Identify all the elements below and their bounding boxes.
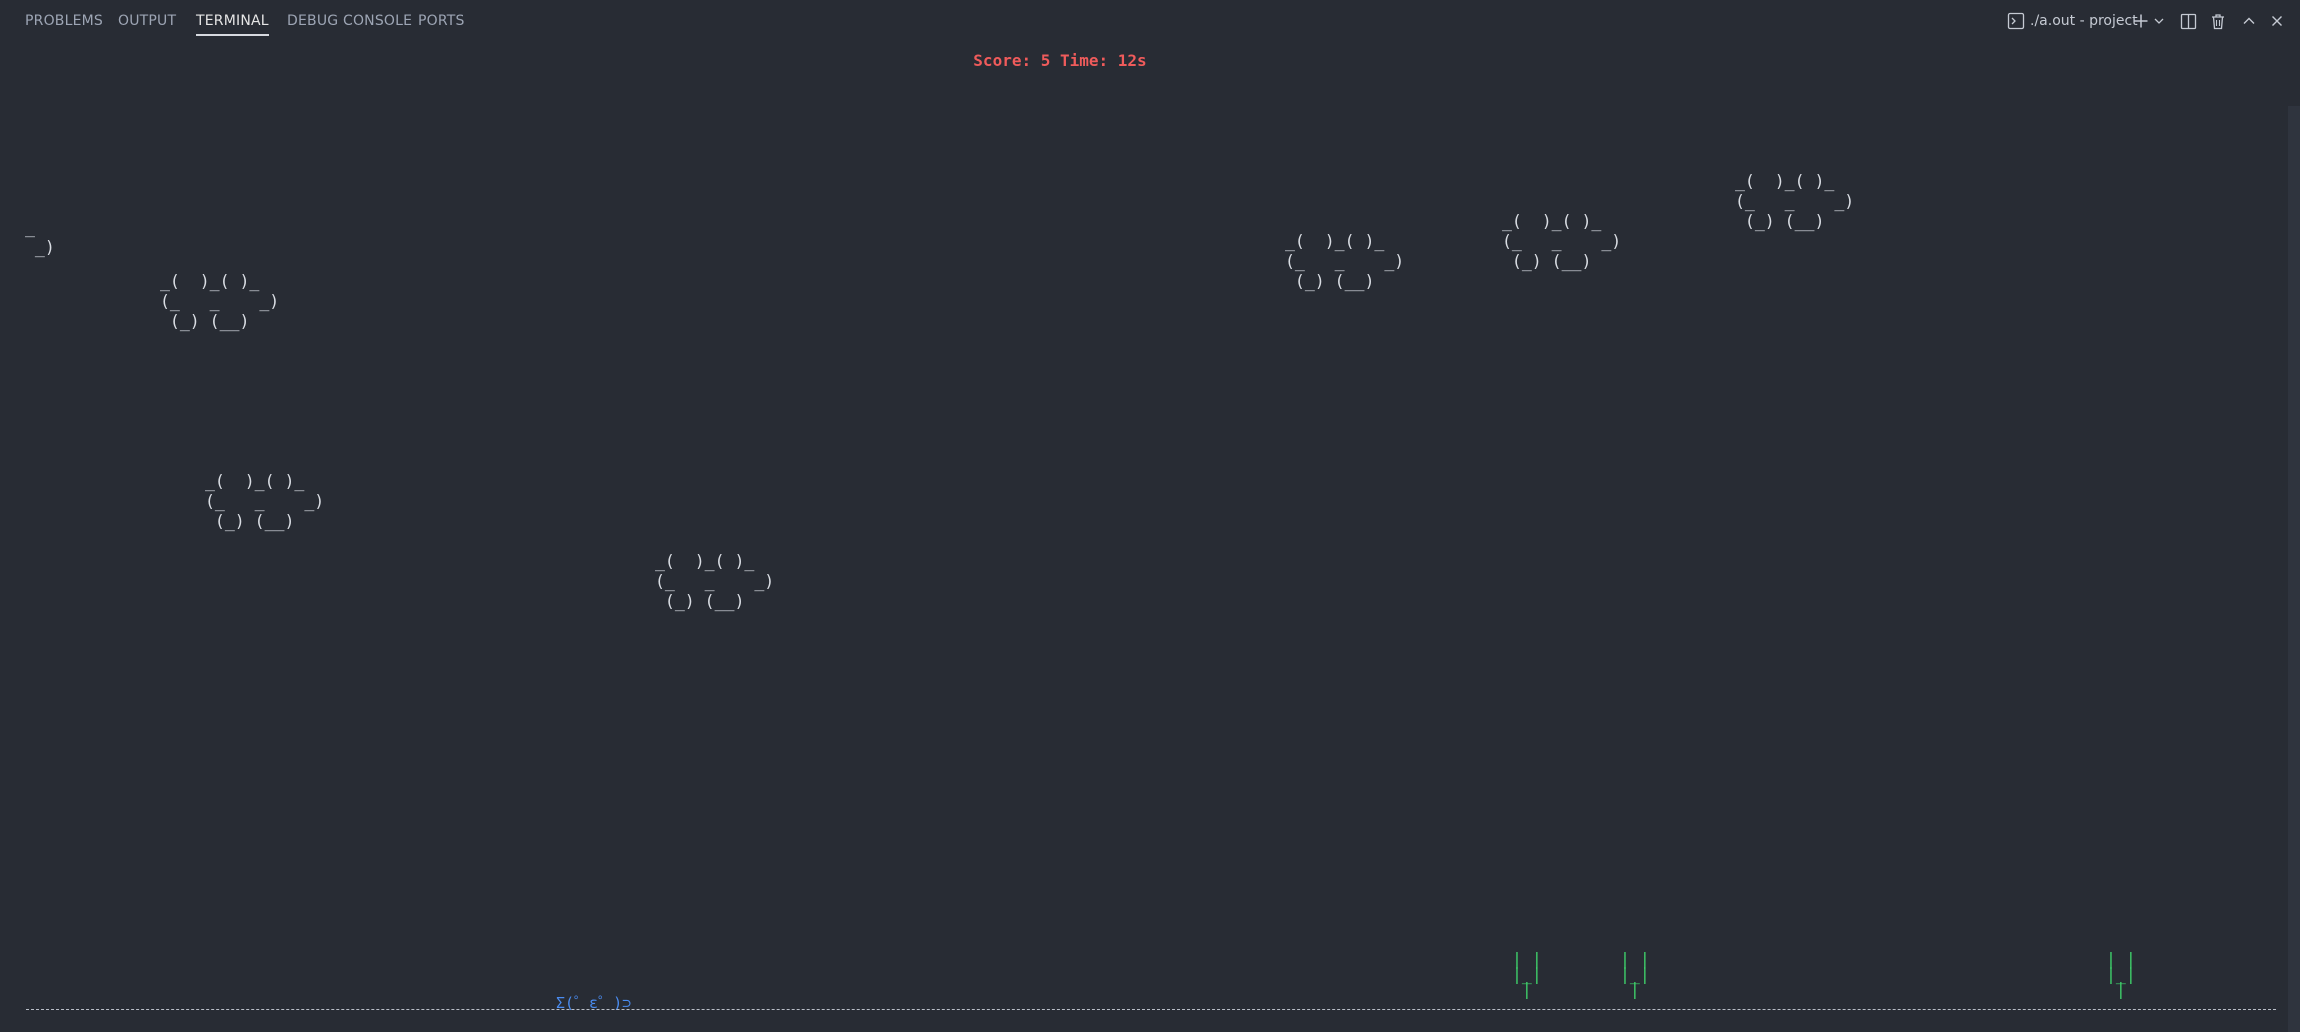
tab-problems[interactable]: PROBLEMS [25, 12, 103, 30]
terminal-icon[interactable] [2006, 9, 2026, 33]
partial-cloud: _ _) [25, 218, 55, 257]
tab-ports[interactable]: PORTS [418, 12, 465, 30]
cloud: _( )_( )_ (_ _ _) (_) (__) [160, 272, 280, 331]
terminal-scrollbar[interactable] [2288, 106, 2300, 1032]
close-icon[interactable] [2268, 9, 2286, 33]
terminal-output[interactable] [0, 42, 2286, 1032]
tab-debug-console[interactable]: DEBUG CONSOLE [287, 12, 412, 30]
chevron-down-icon[interactable] [2152, 9, 2166, 33]
cloud: _( )_( )_ (_ _ _) (_) (__) [1285, 232, 1405, 291]
terminal-instance-label[interactable]: ./a.out - project [2030, 12, 2138, 30]
panel-tab-bar: PROBLEMS OUTPUT TERMINAL DEBUG CONSOLE P… [0, 0, 2300, 42]
tab-output[interactable]: OUTPUT [118, 12, 176, 30]
chevron-up-icon[interactable] [2240, 9, 2258, 33]
terminal-panel: PROBLEMS OUTPUT TERMINAL DEBUG CONSOLE P… [0, 0, 2300, 1032]
cactus-obstacle: | | |_| | [2106, 950, 2136, 999]
score-time-display: Score: 5 Time: 12s [973, 51, 1147, 70]
cloud: _( )_( )_ (_ _ _) (_) (__) [1735, 172, 1855, 231]
trash-icon[interactable] [2208, 9, 2228, 33]
plus-icon[interactable] [2132, 9, 2150, 33]
ground-line [26, 1009, 2276, 1010]
cloud: _( )_( )_ (_ _ _) (_) (__) [655, 552, 775, 611]
cactus-obstacle: | | |_| | [1620, 950, 1650, 999]
cloud: _( )_( )_ (_ _ _) (_) (__) [205, 472, 325, 531]
split-icon[interactable] [2178, 9, 2198, 33]
cloud: _( )_( )_ (_ _ _) (_) (__) [1502, 212, 1622, 271]
cactus-obstacle: | | |_| | [1512, 950, 1542, 999]
tab-terminal[interactable]: TERMINAL [196, 12, 269, 36]
